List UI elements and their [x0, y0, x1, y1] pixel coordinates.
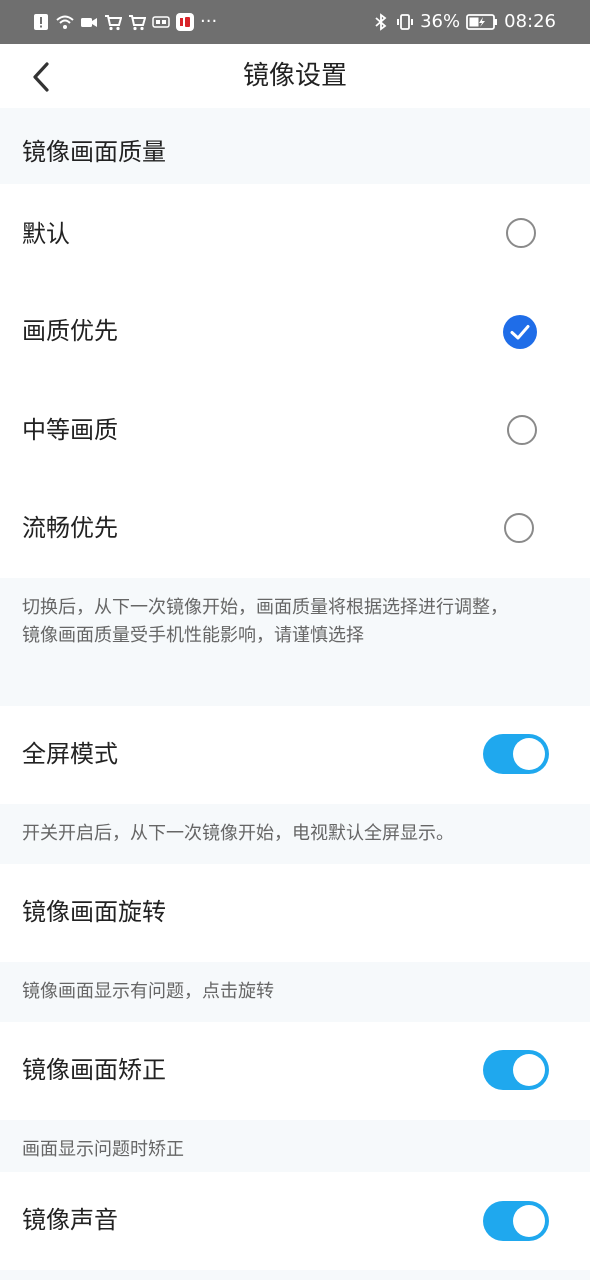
- vibrate-icon: [396, 13, 414, 31]
- app-icon: [176, 13, 194, 31]
- option-label: 默认: [22, 220, 70, 248]
- sound-toggle[interactable]: [483, 1201, 549, 1241]
- option-label: 流畅优先: [22, 514, 118, 542]
- sound-label: 镜像声音: [22, 1206, 118, 1234]
- bluetooth-icon: [372, 13, 390, 31]
- video-icon: [80, 13, 98, 31]
- correction-toggle[interactable]: [483, 1050, 549, 1090]
- battery-icon: [466, 13, 498, 31]
- rotate-label: 镜像画面旋转: [22, 898, 166, 926]
- check-icon: [510, 325, 530, 340]
- taobao-icon: [152, 13, 170, 31]
- correction-row: 镜像画面矫正: [0, 1022, 590, 1120]
- quality-option-quality-first[interactable]: 画质优先: [0, 282, 590, 380]
- status-right: 36% 08:26: [372, 10, 556, 34]
- fullscreen-label: 全屏模式: [22, 740, 118, 768]
- status-left-icons: ···: [32, 10, 217, 34]
- quality-section-title: 镜像画面质量: [22, 138, 166, 166]
- more-indicator: ···: [200, 11, 218, 32]
- radio-smooth[interactable]: [504, 513, 534, 543]
- cart-icon: [104, 13, 122, 31]
- quality-option-default[interactable]: 默认: [0, 184, 590, 282]
- toggle-knob: [513, 738, 545, 770]
- quality-hint: 切换后，从下一次镜像开始，画面质量将根据选择进行调整，镜像画面质量受手机性能影响…: [22, 597, 508, 646]
- cart-icon: [128, 13, 146, 31]
- page-title: 镜像设置: [242, 61, 347, 91]
- fullscreen-row: 全屏模式: [0, 706, 590, 804]
- rotate-row[interactable]: 镜像画面旋转: [0, 864, 590, 962]
- radio-default[interactable]: [506, 218, 536, 248]
- rotate-hint-box: 镜像画面显示有问题，点击旋转: [0, 962, 590, 1022]
- radio-quality-first[interactable]: [503, 315, 537, 349]
- battery-percent: 36%: [420, 11, 461, 32]
- clock: 08:26: [504, 11, 556, 32]
- radio-medium[interactable]: [507, 415, 537, 445]
- status-bar: ··· 36% 08:26: [0, 0, 590, 44]
- option-label: 中等画质: [22, 416, 118, 444]
- quality-option-smooth[interactable]: 流畅优先: [0, 478, 590, 578]
- wifi-icon: [56, 13, 74, 31]
- nav-bar: 镜像设置: [0, 44, 590, 108]
- alert-icon: [32, 13, 50, 31]
- correction-hint-box: 画面显示问题时矫正: [0, 1120, 590, 1172]
- toggle-knob: [513, 1205, 545, 1237]
- toggle-knob: [513, 1054, 545, 1086]
- quality-section-header: 镜像画面质量: [0, 108, 590, 184]
- bottom-spacer: [0, 1270, 590, 1280]
- quality-hint-box: 切换后，从下一次镜像开始，画面质量将根据选择进行调整，镜像画面质量受手机性能影响…: [0, 578, 590, 706]
- fullscreen-toggle[interactable]: [483, 734, 549, 774]
- fullscreen-hint-box: 开关开启后，从下一次镜像开始，电视默认全屏显示。: [0, 804, 590, 864]
- quality-option-medium[interactable]: 中等画质: [0, 380, 590, 478]
- fullscreen-hint: 开关开启后，从下一次镜像开始，电视默认全屏显示。: [22, 823, 454, 844]
- correction-hint: 画面显示问题时矫正: [22, 1139, 184, 1160]
- option-label: 画质优先: [22, 317, 118, 345]
- sound-row: 镜像声音: [0, 1172, 590, 1270]
- rotate-hint: 镜像画面显示有问题，点击旋转: [22, 981, 274, 1002]
- correction-label: 镜像画面矫正: [22, 1056, 166, 1084]
